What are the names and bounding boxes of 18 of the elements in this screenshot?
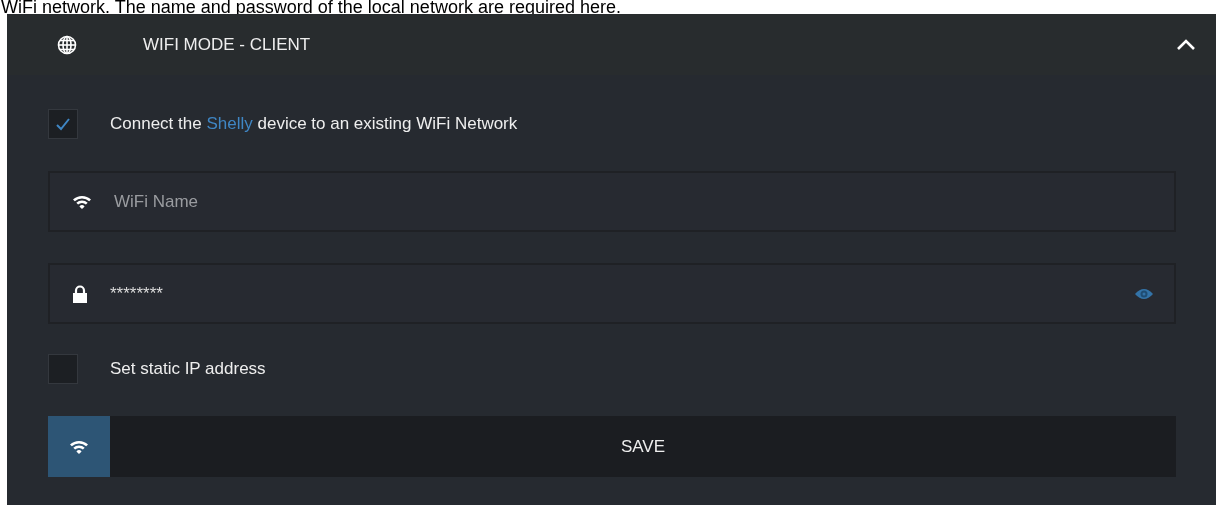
checkbox-label: Connect the Shelly device to an existing WiFi Network <box>110 114 518 134</box>
eye-icon[interactable] <box>1134 286 1154 301</box>
lock-icon <box>72 284 88 303</box>
save-button[interactable]: SAVE <box>48 416 1176 477</box>
placeholder-text: WiFi Name <box>114 191 200 212</box>
password-value: ******** <box>110 283 164 304</box>
check-icon <box>55 117 71 131</box>
intro-text: WiFi network. The name and password of the local network are required here. <box>0 0 622 14</box>
wifi-icon <box>72 193 92 210</box>
password-field[interactable]: ******** <box>48 263 1176 324</box>
chevron-up-icon[interactable] <box>1176 38 1196 51</box>
checkbox[interactable] <box>48 109 78 139</box>
wifi-icon <box>69 438 89 455</box>
panel-title: WIFI MODE - CLIENT <box>143 34 312 55</box>
checkbox-label: Set static IP address <box>110 359 266 379</box>
checkbox[interactable] <box>48 354 78 384</box>
globe-icon <box>57 34 77 55</box>
wifi-name-field[interactable]: WiFi Name <box>48 171 1176 232</box>
